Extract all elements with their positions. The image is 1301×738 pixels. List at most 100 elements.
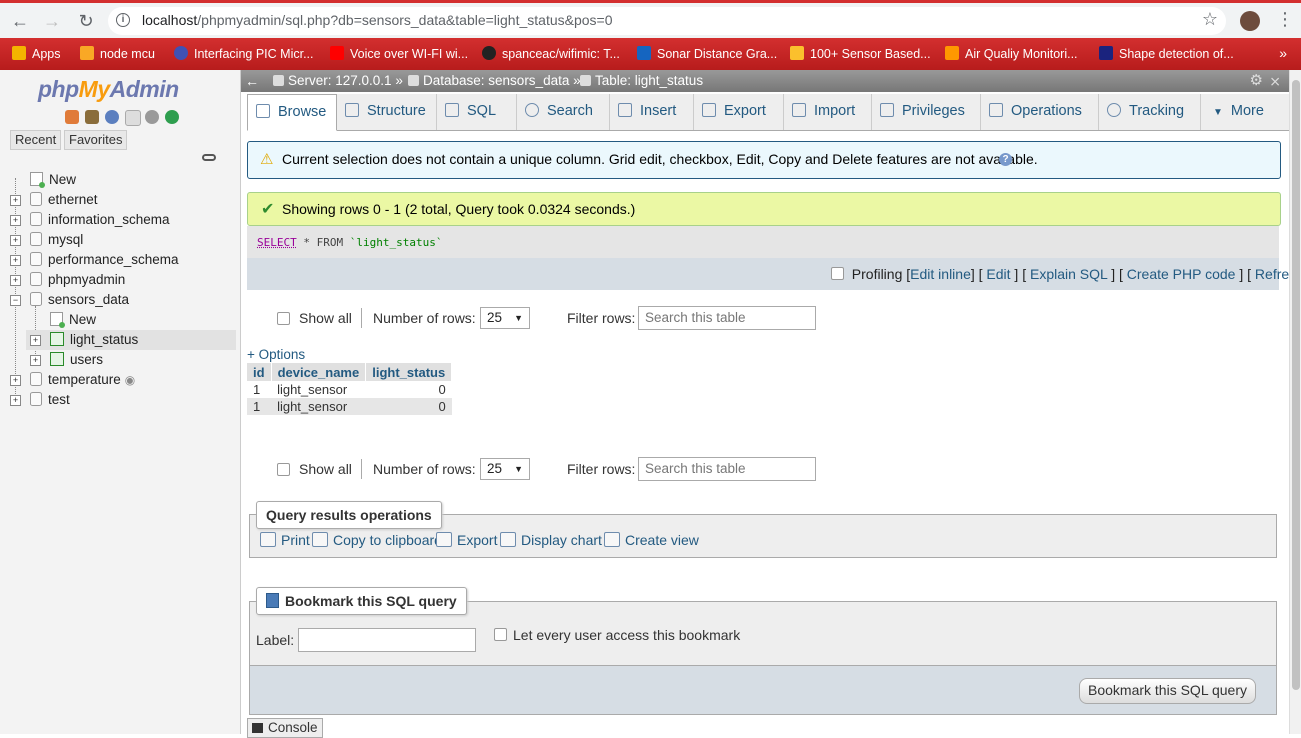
- tree-db-mysql[interactable]: mysql: [30, 231, 83, 249]
- help-icon[interactable]: [105, 110, 119, 124]
- reload-nav-icon[interactable]: [165, 110, 179, 124]
- settings-icon[interactable]: [145, 110, 159, 124]
- url-text[interactable]: localhost/phpmyadmin/sql.php?db=sensors_…: [142, 12, 613, 28]
- column-header-device-name[interactable]: device_name: [271, 363, 367, 381]
- gear-icon[interactable]: ⚙: [1250, 70, 1263, 92]
- tab-privileges[interactable]: Privileges: [872, 94, 981, 130]
- expand-icon[interactable]: +: [10, 375, 21, 386]
- show-all-checkbox[interactable]: [277, 463, 290, 476]
- expand-icon[interactable]: +: [10, 255, 21, 266]
- breadcrumb-database[interactable]: Database: sensors_data »: [408, 70, 581, 92]
- browser-menu-icon[interactable]: ⋮: [1276, 9, 1294, 30]
- bookmark-voice-over-wifi[interactable]: Voice over WI-FI wi...: [330, 45, 468, 63]
- tab-tracking[interactable]: Tracking: [1099, 94, 1201, 130]
- console-tab[interactable]: Console: [247, 718, 323, 738]
- rows-per-page-select[interactable]: 25 ▼: [480, 458, 530, 480]
- tree-db-performance-schema[interactable]: performance_schema: [30, 251, 179, 269]
- bookmark-spanceac-wifimic[interactable]: spanceac/wifimic: T...: [482, 45, 620, 63]
- bookmark-shape-detection[interactable]: Shape detection of...: [1099, 45, 1234, 63]
- docs-icon[interactable]: [125, 110, 141, 126]
- collapse-icon[interactable]: −: [10, 295, 21, 306]
- expand-icon[interactable]: +: [10, 215, 21, 226]
- tree-db-ethernet[interactable]: ethernet: [30, 191, 98, 209]
- sql-query-text[interactable]: SELECT * FROM `light_status`: [257, 236, 442, 249]
- show-all-label[interactable]: Show all: [299, 310, 352, 326]
- recent-tab[interactable]: Recent: [10, 130, 62, 150]
- bookmark-air-quality[interactable]: Air Qualiy Monitori...: [945, 45, 1078, 63]
- tab-insert[interactable]: Insert: [610, 94, 694, 130]
- favorites-tab[interactable]: Favorites: [64, 130, 128, 150]
- copy-to-clipboard-link[interactable]: Copy to clipboard: [312, 532, 442, 548]
- tree-db-phpmyadmin[interactable]: phpmyadmin: [30, 271, 125, 289]
- options-toggle-link[interactable]: + Options: [247, 347, 305, 362]
- phpmyadmin-logo[interactable]: phpMyAdmin: [38, 76, 179, 103]
- bookmarks-overflow-button[interactable]: »: [1279, 45, 1287, 61]
- edit-inline-link[interactable]: Edit inline: [910, 266, 971, 282]
- breadcrumb-table[interactable]: Table: light_status: [580, 70, 703, 92]
- close-icon[interactable]: ⨯: [1269, 70, 1281, 92]
- expand-icon[interactable]: +: [30, 355, 41, 366]
- expand-icon[interactable]: +: [10, 395, 21, 406]
- site-info-icon[interactable]: i: [116, 13, 130, 27]
- tree-table-users[interactable]: users: [50, 351, 103, 369]
- profiling-checkbox[interactable]: [831, 267, 844, 280]
- bookmark-node-mcu[interactable]: node mcu: [80, 45, 155, 63]
- rows-per-page-select[interactable]: 25 ▼: [480, 307, 530, 329]
- display-chart-link[interactable]: Display chart: [500, 532, 602, 548]
- link-with-main-icon[interactable]: [202, 154, 216, 161]
- let-every-user-checkbox[interactable]: [494, 628, 507, 641]
- profile-avatar[interactable]: [1240, 11, 1260, 31]
- tab-more[interactable]: ▼ More: [1201, 94, 1289, 130]
- tab-operations[interactable]: Operations: [981, 94, 1099, 130]
- tab-structure[interactable]: Structure: [337, 94, 437, 130]
- column-header-light-status[interactable]: light_status: [365, 363, 453, 381]
- bookmark-interfacing-pic[interactable]: Interfacing PIC Micr...: [174, 45, 313, 63]
- table-row[interactable]: 1 light_sensor 0: [247, 398, 452, 415]
- logout-icon[interactable]: [85, 110, 99, 124]
- breadcrumb-server[interactable]: Server: 127.0.0.1 »: [273, 70, 403, 92]
- create-php-code-link[interactable]: Create PHP code: [1127, 266, 1236, 282]
- bookmark-apps[interactable]: Apps: [12, 45, 61, 63]
- address-bar[interactable]: i localhost/phpmyadmin/sql.php?db=sensor…: [108, 7, 1226, 35]
- eye-icon[interactable]: ◉: [125, 373, 135, 387]
- vertical-scrollbar[interactable]: [1289, 70, 1301, 734]
- bookmark-star-icon[interactable]: ☆: [1202, 9, 1218, 30]
- collapse-nav-icon[interactable]: ←: [245, 70, 259, 92]
- tree-db-sensors-data[interactable]: sensors_data: [30, 291, 129, 309]
- expand-icon[interactable]: +: [30, 335, 41, 346]
- print-link[interactable]: Print: [260, 532, 310, 548]
- scrollbar-thumb[interactable]: [1292, 80, 1300, 690]
- filter-rows-input[interactable]: Search this table: [638, 306, 816, 330]
- tab-sql[interactable]: SQL: [437, 94, 517, 130]
- column-header-id[interactable]: id: [247, 363, 272, 381]
- tab-browse[interactable]: Browse: [247, 94, 337, 131]
- tree-new-table[interactable]: New: [50, 311, 96, 329]
- show-all-label[interactable]: Show all: [299, 461, 352, 477]
- tree-db-test[interactable]: test: [30, 391, 70, 409]
- home-icon[interactable]: [65, 110, 79, 124]
- reload-icon[interactable]: ↻: [74, 9, 98, 33]
- let-every-user-label[interactable]: Let every user access this bookmark: [513, 627, 740, 643]
- sql-keyword[interactable]: SELECT: [257, 236, 297, 249]
- bookmark-label-input[interactable]: [298, 628, 476, 652]
- create-view-link[interactable]: Create view: [604, 532, 699, 548]
- expand-icon[interactable]: +: [10, 235, 21, 246]
- forward-icon[interactable]: →: [40, 9, 64, 33]
- tree-new-database[interactable]: New: [30, 171, 76, 189]
- tab-import[interactable]: Import: [784, 94, 872, 130]
- table-row[interactable]: 1 light_sensor 0: [247, 381, 452, 398]
- show-all-checkbox[interactable]: [277, 312, 290, 325]
- edit-link[interactable]: Edit: [986, 266, 1010, 282]
- back-icon[interactable]: ←: [8, 9, 32, 33]
- bookmark-sensor-based[interactable]: 100+ Sensor Based...: [790, 45, 931, 63]
- tab-search[interactable]: Search: [517, 94, 610, 130]
- bookmark-sonar-distance[interactable]: Sonar Distance Gra...: [637, 45, 777, 63]
- filter-rows-input[interactable]: Search this table: [638, 457, 816, 481]
- tab-export[interactable]: Export: [694, 94, 784, 130]
- help-icon[interactable]: ?: [999, 153, 1012, 166]
- export-link[interactable]: Export: [436, 532, 497, 548]
- tree-table-light-status[interactable]: light_status: [50, 331, 138, 349]
- explain-sql-link[interactable]: Explain SQL: [1030, 266, 1107, 282]
- expand-icon[interactable]: +: [10, 195, 21, 206]
- bookmark-submit-button[interactable]: Bookmark this SQL query: [1079, 678, 1256, 704]
